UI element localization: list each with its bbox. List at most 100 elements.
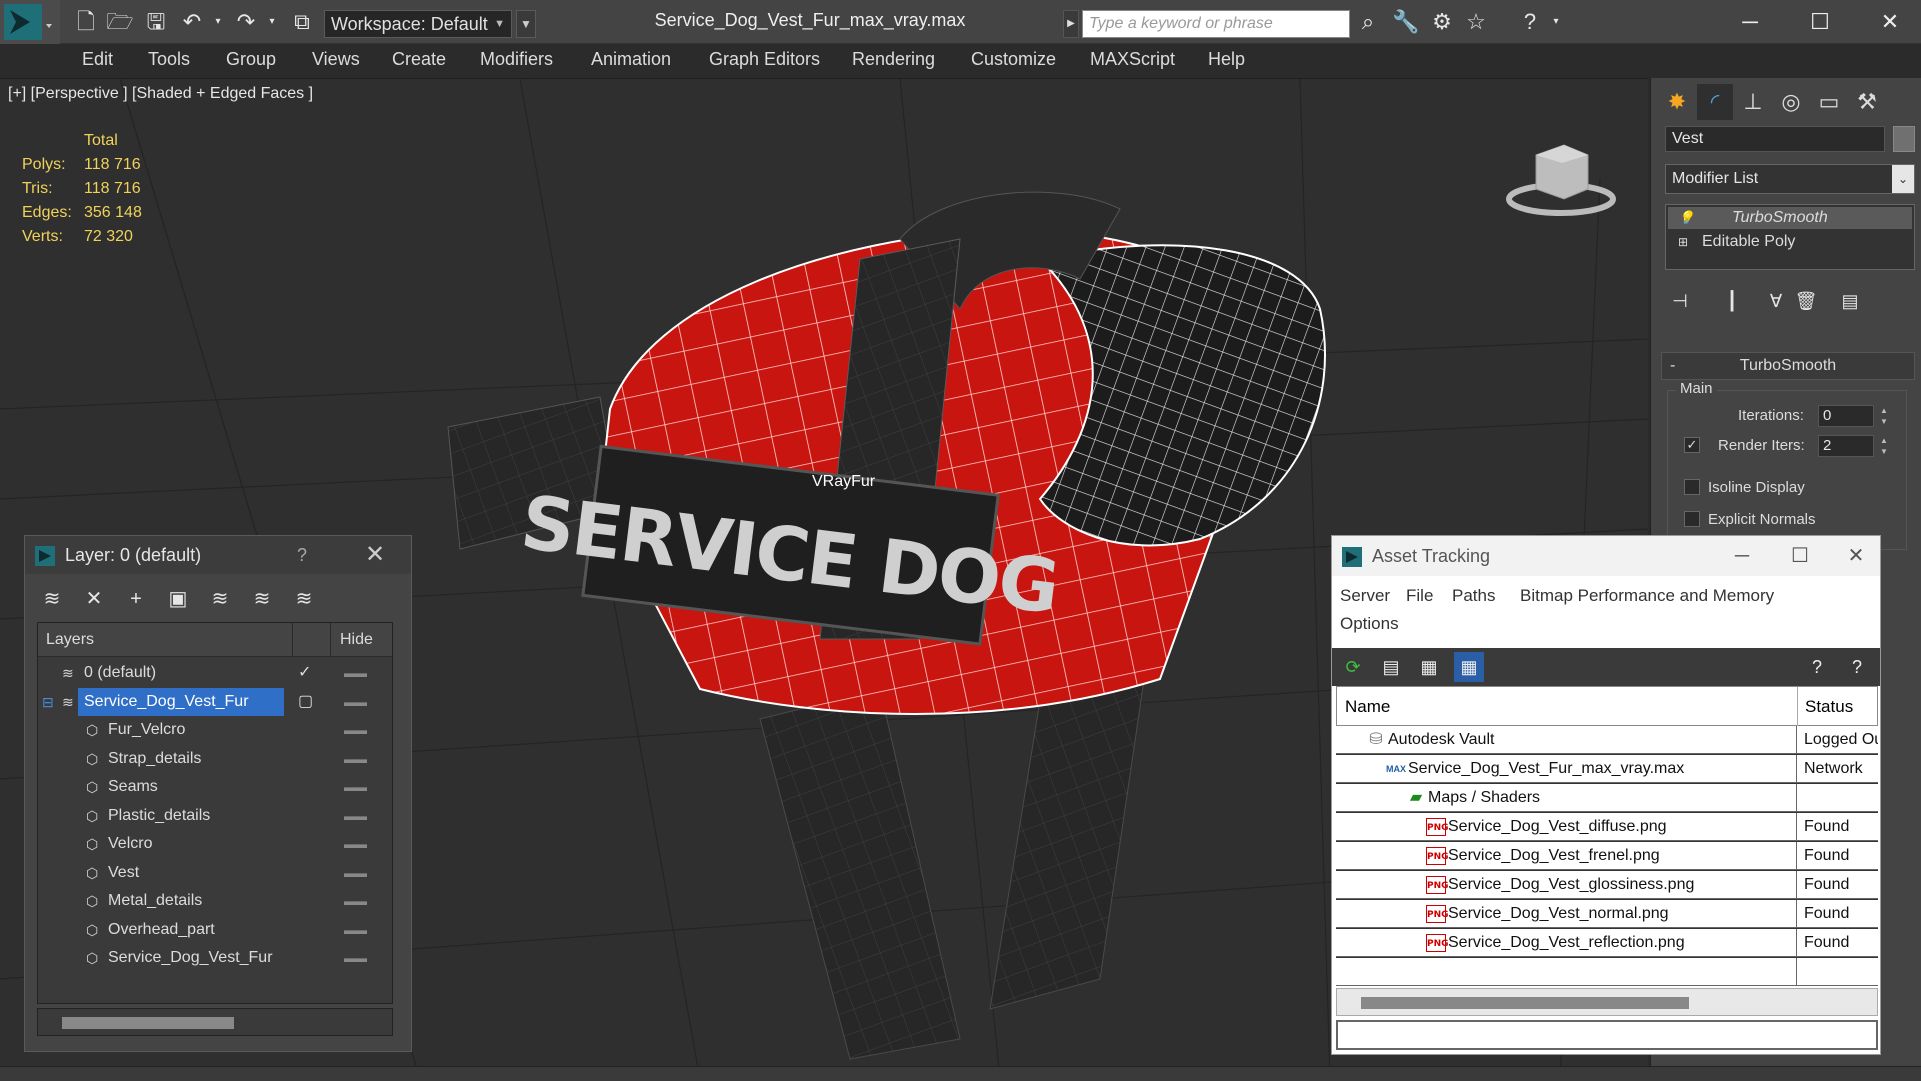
help-icon[interactable]: ? — [1802, 652, 1832, 682]
menu-create[interactable]: Create — [392, 49, 446, 70]
layer-object-row[interactable]: ⬡ Overhead_part ▬▬ — [38, 916, 394, 944]
asset-window-titlebar[interactable]: Asset Tracking ─ ☐ ✕ — [1332, 536, 1880, 576]
remove-modifier-icon[interactable]: 🗑 — [1791, 286, 1821, 316]
hide-toggle-icon[interactable]: ▬▬ — [344, 659, 367, 687]
help-dropdown-icon[interactable]: ▾ — [1542, 8, 1570, 36]
object-color-swatch[interactable] — [1893, 126, 1915, 152]
stack-item-turbosmooth[interactable]: 💡 TurboSmooth — [1668, 207, 1912, 229]
menu-bitmap-performance[interactable]: Bitmap Performance and Memory — [1520, 586, 1774, 606]
context-help-icon[interactable]: ? — [1842, 652, 1872, 682]
menu-graph-editors[interactable]: Graph Editors — [709, 49, 820, 70]
hide-toggle-icon[interactable]: ▬▬ — [344, 773, 367, 801]
motion-tab-icon[interactable]: ◎ — [1773, 84, 1809, 120]
app-logo-menu-button[interactable] — [0, 0, 60, 44]
asset-path-field[interactable] — [1336, 1020, 1878, 1050]
asset-row[interactable]: PNG Service_Dog_Vest_diffuse.png Found — [1336, 813, 1878, 841]
turbosmooth-rollout[interactable]: - TurboSmooth — [1661, 352, 1915, 380]
show-end-result-icon[interactable]: ┃ — [1717, 286, 1747, 316]
asset-row[interactable]: ▰ Maps / Shaders — [1336, 784, 1878, 812]
modifier-list-dropdown[interactable]: Modifier List ⌄ — [1665, 164, 1915, 194]
hide-toggle-icon[interactable]: ▬▬ — [344, 716, 367, 744]
create-layer-icon[interactable]: ≋ — [37, 584, 67, 614]
refresh-icon[interactable]: ⟳ — [1338, 652, 1368, 682]
modify-tab-icon[interactable]: ◜ — [1697, 84, 1733, 120]
table-view-icon[interactable]: ▦ — [1454, 652, 1484, 682]
layer-object-row[interactable]: ⬡ Service_Dog_Vest_Fur ▬▬ — [38, 944, 394, 972]
menu-views[interactable]: Views — [312, 49, 360, 70]
hierarchy-tab-icon[interactable]: ⊥ — [1735, 84, 1771, 120]
make-unique-icon[interactable]: ∀ — [1761, 286, 1791, 316]
binoculars-search-icon[interactable]: ⌕ — [1354, 8, 1382, 36]
spinner-arrows-icon[interactable]: ▲ ▼ — [1878, 405, 1890, 427]
redo-icon[interactable]: ↷ — [232, 8, 260, 36]
search-input[interactable] — [1082, 10, 1350, 38]
asset-row[interactable]: MAX Service_Dog_Vest_Fur_max_vray.max Netw… — [1336, 755, 1878, 783]
asset-table-scrollbar[interactable] — [1336, 988, 1878, 1016]
workspace-dropdown[interactable]: Workspace: Default ▼ — [324, 10, 512, 38]
close-button[interactable]: ✕ — [1830, 540, 1882, 572]
hide-toggle-icon[interactable]: ▬▬ — [344, 745, 367, 773]
hide-toggle-icon[interactable]: ▬▬ — [344, 859, 367, 887]
menu-paths[interactable]: Paths — [1452, 586, 1495, 606]
new-file-icon[interactable]: 🗋 — [72, 8, 100, 36]
layer-window-titlebar[interactable]: Layer: 0 (default) ? ✕ — [25, 536, 411, 574]
scrollbar-thumb[interactable] — [1361, 997, 1689, 1009]
undo-dropdown-icon[interactable]: ▾ — [204, 8, 232, 36]
hide-toggle-icon[interactable]: ▬▬ — [344, 887, 367, 915]
project-folder-icon[interactable]: ⧉ — [288, 8, 316, 36]
isoline-display-checkbox[interactable] — [1684, 479, 1700, 495]
asset-row[interactable]: PNG Service_Dog_Vest_glossiness.png Found — [1336, 871, 1878, 899]
hide-toggle-icon[interactable]: ▬▬ — [344, 830, 367, 858]
delete-layer-icon[interactable]: ✕ — [79, 584, 109, 614]
layer-object-row[interactable]: ⬡ Plastic_details ▬▬ — [38, 802, 394, 830]
hide-toggle-icon[interactable]: ▬▬ — [344, 802, 367, 830]
layer-properties-icon[interactable]: ≋ — [289, 584, 319, 614]
workspace-menu-button[interactable]: ▼ — [516, 10, 536, 38]
favorites-star-icon[interactable]: ☆ — [1462, 8, 1490, 36]
menu-rendering[interactable]: Rendering — [852, 49, 935, 70]
lightbulb-icon[interactable]: 💡 — [1678, 207, 1694, 229]
layer-row[interactable]: ≋ ✓ 0 (default) ▬▬ — [38, 659, 394, 687]
spinner-arrows-icon[interactable]: ▲ ▼ — [1878, 435, 1890, 457]
search-expand-icon[interactable]: ▶ — [1063, 10, 1079, 38]
menu-group[interactable]: Group — [226, 49, 276, 70]
menu-server[interactable]: Server — [1340, 586, 1390, 606]
maximize-button[interactable]: ☐ — [1774, 540, 1826, 572]
stack-item-editable-poly[interactable]: ⊞ Editable Poly — [1668, 231, 1912, 253]
add-to-layer-icon[interactable]: + — [121, 584, 151, 614]
asset-row[interactable]: ⛁ Autodesk Vault Logged Out — [1336, 726, 1878, 754]
iterations-spinner[interactable]: 0 — [1818, 405, 1874, 427]
minimize-button[interactable]: ─ — [1716, 540, 1768, 572]
explicit-normals-checkbox[interactable] — [1684, 511, 1700, 527]
hide-toggle-icon[interactable]: ▬▬ — [344, 944, 367, 972]
set-current-layer-icon[interactable]: ≋ — [247, 584, 277, 614]
current-layer-box-icon[interactable]: ▢ — [298, 688, 313, 716]
viewport-label[interactable]: [+] [Perspective ] [Shaded + Edged Faces… — [8, 85, 313, 103]
layer-object-row[interactable]: ⬡ Velcro ▬▬ — [38, 830, 394, 858]
asset-row[interactable]: PNG Service_Dog_Vest_reflection.png Found — [1336, 929, 1878, 957]
menu-options[interactable]: Options — [1340, 614, 1399, 634]
display-tab-icon[interactable]: ▭ — [1811, 84, 1847, 120]
layer-object-row[interactable]: ⬡ Seams ▬▬ — [38, 773, 394, 801]
hide-toggle-icon[interactable]: ▬▬ — [344, 916, 367, 944]
menu-customize[interactable]: Customize — [971, 49, 1056, 70]
collapse-minus-icon[interactable]: ⊟ — [42, 688, 60, 716]
pin-stack-icon[interactable]: ⊣ — [1665, 286, 1695, 316]
select-in-layer-icon[interactable]: ▣ — [163, 584, 193, 614]
tree-view-icon[interactable]: ▦ — [1414, 652, 1444, 682]
menu-maxscript[interactable]: MAXScript — [1090, 49, 1175, 70]
viewcube-icon[interactable] — [1506, 131, 1616, 221]
menu-file[interactable]: File — [1406, 586, 1433, 606]
open-folder-icon[interactable]: 🗁 — [106, 8, 134, 36]
menu-help[interactable]: Help — [1208, 49, 1245, 70]
close-icon[interactable]: ✕ — [365, 540, 385, 569]
scrollbar-thumb[interactable] — [62, 1017, 234, 1029]
layer-object-row[interactable]: ⬡ Metal_details ▬▬ — [38, 887, 394, 915]
tools-icon[interactable]: 🔧 — [1392, 8, 1420, 36]
menu-edit[interactable]: Edit — [82, 49, 113, 70]
layer-tree-scrollbar[interactable] — [37, 1008, 393, 1036]
minimize-button[interactable]: ─ — [1720, 4, 1780, 40]
expand-plus-icon[interactable]: ⊞ — [1678, 231, 1688, 253]
menu-tools[interactable]: Tools — [148, 49, 190, 70]
hide-column-header[interactable]: Hide — [340, 631, 373, 649]
